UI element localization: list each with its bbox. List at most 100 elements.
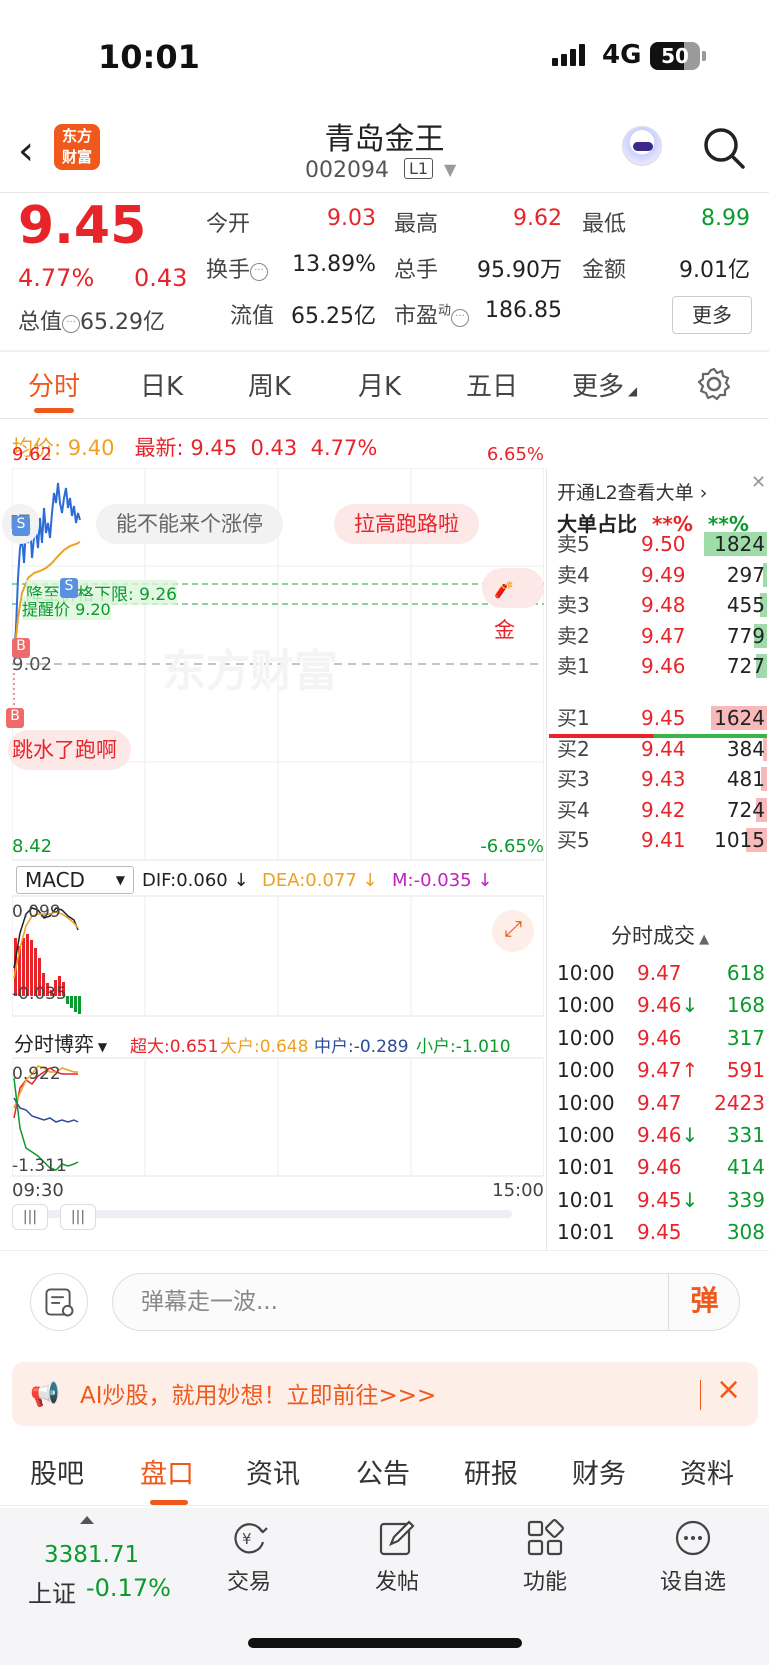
level-volume: 779 [726,623,765,648]
svg-text:¥: ¥ [242,1530,252,1548]
x-end: 15:00 [492,1180,544,1201]
danmu-settings-icon[interactable] [30,1273,88,1331]
info-icon[interactable]: ··· [250,263,269,281]
level-price: 9.48 [641,593,686,617]
tab-pankou[interactable]: 盘口 [140,1452,194,1491]
info-icon[interactable]: ··· [451,309,470,327]
tab-guba[interactable]: 股吧 [30,1452,84,1491]
y-low: 8.42 [12,836,53,857]
total-cap: 总值 ··· 65.29亿 [18,310,165,335]
game-top: 0.922 [12,1064,61,1084]
open-label: 今开 [206,212,251,237]
tab-profile[interactable]: 资料 [680,1452,734,1491]
tab-more[interactable]: 更多 ◢ [572,366,637,403]
danmu-send-button[interactable]: 弹 [668,1273,740,1331]
ad-banner[interactable]: 📢 AI炒股，就用妙想！立即前往>>> × [12,1362,758,1426]
stock-code[interactable]: 002094 [305,158,389,183]
level-label: 卖1 [557,654,590,678]
ask-row[interactable]: 卖1 9.46 727 [557,650,767,682]
level-badge: L1 [404,158,434,179]
ask-row[interactable]: 卖5 9.50 1824 [557,528,767,560]
intraday-chart[interactable]: 东方财富 9.62 6.65% 9.02 8.42 -6.65% 降至价格下限:… [2,444,544,1238]
mid-line [13,1097,79,1123]
tab-daily-k[interactable]: 日K [140,366,183,403]
x-start: 09:30 [12,1180,64,1201]
l2-upgrade-link[interactable]: 开通L2查看大单 › [557,478,707,505]
alert-label-2: 提醒价 9.20 [22,596,111,620]
macd-bottom: -0.035 [12,984,67,1004]
change-percent: 4.77% [18,264,95,292]
tab-monthly-k[interactable]: 月K [358,366,401,403]
nav-post[interactable]: 发帖 [352,1518,442,1596]
scroll-handle-left[interactable]: ||| [12,1204,48,1230]
ask-row[interactable]: 卖4 9.49 297 [557,559,767,591]
macd-top: 0.099 [12,902,61,922]
danmu-bubble: 能不能来个涨停 [96,504,283,544]
assistant-robot-icon[interactable] [622,126,662,166]
chevron-down-icon[interactable]: ▼ [444,160,456,179]
close-icon[interactable]: × [716,1372,741,1407]
search-icon[interactable] [700,124,748,172]
index-value[interactable]: 3381.71 [44,1542,139,1568]
floatcap-label: 流值 [230,304,275,329]
sell-marker[interactable]: S [12,516,30,536]
buy-marker[interactable]: B [6,708,24,728]
nav-functions[interactable]: 功能 [500,1518,590,1596]
macd-indicator-row: MACD ▼ DIF:0.060 ↓ DEA:0.077 ↓ M:-0.035 ↓ [12,864,544,896]
ask-row[interactable]: 卖2 9.47 779 [557,620,767,652]
high-label: 最高 [394,212,439,237]
nav-trade[interactable]: ¥ 交易 [204,1518,294,1596]
status-bar: 10:01 4G 50 [0,0,769,110]
game-selector[interactable]: 分时博弈 ▼ [14,1028,107,1057]
indicator-selector[interactable]: MACD ▼ [16,866,134,894]
info-icon[interactable]: ··· [62,315,81,333]
amount-value: 9.01亿 [679,258,750,283]
more-button[interactable]: 更多 [672,296,752,334]
level-volume: 455 [726,593,765,617]
divider [0,418,769,419]
tab-news[interactable]: 资讯 [246,1452,300,1491]
tab-intraday[interactable]: 分时 [28,366,80,403]
tab-announcement[interactable]: 公告 [356,1452,410,1491]
ad-text[interactable]: AI炒股，就用妙想！立即前往>>> [80,1376,436,1410]
order-book: 开通L2查看大单 › ✕ 大单占比 **% **% 卖5 9.50 1824 卖4 9.… [546,468,769,1250]
scroll-handle-right[interactable]: ||| [60,1204,96,1230]
sell-marker[interactable]: S [60,578,78,598]
edit-icon [379,1520,415,1556]
level-volume: 384 [726,736,765,761]
bid-row[interactable]: 买4 9.42 724 [557,794,767,826]
home-indicator[interactable] [248,1638,522,1648]
trade-time: 10:00 [557,1058,615,1083]
network-label: 4G [602,40,642,70]
level-label: 卖3 [557,593,590,617]
gear-icon[interactable] [696,366,732,402]
bid-row[interactable]: 买1 9.45 1624 [557,702,767,734]
bid-row[interactable]: 买5 9.41 1015 [557,824,767,856]
nav-add-watchlist[interactable]: 设自选 [648,1518,738,1596]
tab-finance[interactable]: 财务 [572,1452,626,1491]
super-value: 超大:0.651 [130,1037,219,1057]
bid-row[interactable]: 买3 9.43 481 [557,763,767,795]
buy-marker[interactable]: B [12,638,30,658]
danmu-bubble: 拉高跑路啦 [334,504,479,544]
trade-row: 10:00 9.46↓ 168 [557,988,767,1022]
trade-row: 10:00 9.47 618 [557,956,767,990]
danmu-input[interactable]: 弹幕走一波... [112,1273,740,1331]
level-label: 卖4 [557,562,590,587]
tab-five-day[interactable]: 五日 [466,366,518,403]
level-volume: 1824 [714,532,765,556]
open-value: 9.03 [327,206,376,231]
level-label: 买1 [557,706,590,730]
trade-volume: 308 [726,1220,765,1245]
tab-research[interactable]: 研报 [464,1452,518,1491]
status-time: 10:01 [98,38,200,76]
tab-weekly-k[interactable]: 周K [248,366,291,403]
trades-title[interactable]: 分时成交 ▲ [611,920,709,950]
chevron-up-icon[interactable] [80,1516,94,1524]
close-icon[interactable]: ✕ [751,472,766,493]
ask-row[interactable]: 卖3 9.48 455 [557,589,767,621]
dif-value: DIF:0.060 ↓ [142,870,249,891]
expand-icon[interactable]: ⤢ [492,910,534,952]
trade-time: 10:00 [557,993,615,1018]
game-indicator-row: 分时博弈 ▼ 超大:0.651 大户:0.648 中户:-0.289 小户:-1… [12,1026,544,1058]
